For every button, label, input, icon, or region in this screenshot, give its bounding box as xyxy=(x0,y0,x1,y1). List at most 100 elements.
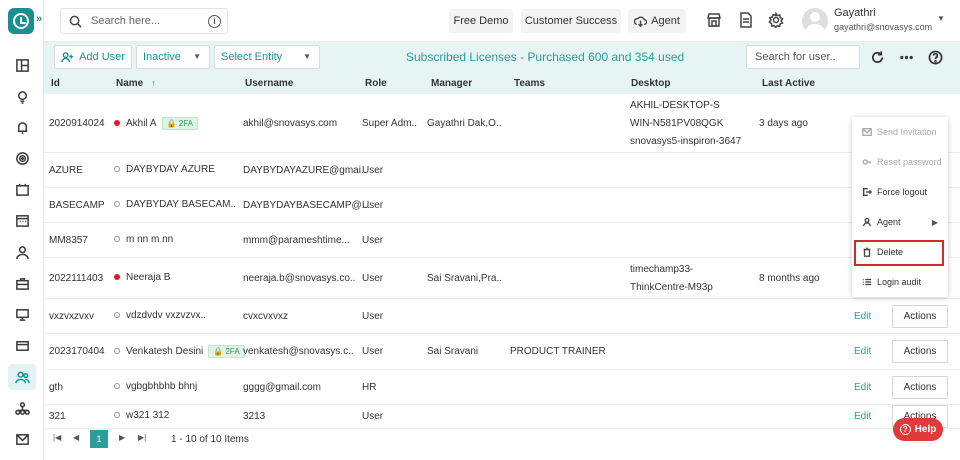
sidebar-item-activity[interactable] xyxy=(13,305,31,323)
user-search[interactable] xyxy=(746,45,860,69)
expand-sidebar-icon[interactable]: » xyxy=(36,13,42,25)
first-page-icon[interactable]: |◀ xyxy=(53,433,61,442)
help-button[interactable]: ? Help xyxy=(893,418,943,441)
sidebar-item-goals[interactable] xyxy=(13,149,31,167)
menu-item-agent[interactable]: Agent ▶ xyxy=(852,207,948,237)
menu-item-login-audit[interactable]: Login audit xyxy=(852,267,948,297)
cell-role: User xyxy=(362,411,384,422)
column-header-name[interactable]: Name ↑ xyxy=(116,78,156,89)
agent-button-label: Agent xyxy=(651,15,680,27)
column-header-manager[interactable]: Manager xyxy=(431,78,472,89)
app-logo[interactable] xyxy=(8,8,34,34)
document-icon[interactable] xyxy=(738,12,754,28)
column-header-desktop[interactable]: Desktop xyxy=(631,78,670,89)
table-header: Id Name ↑ Username Role Manager Teams Des… xyxy=(44,72,960,94)
sidebar-item-dashboard[interactable] xyxy=(13,56,31,74)
list-icon xyxy=(862,278,872,286)
customer-success-button[interactable]: Customer Success xyxy=(521,9,621,33)
sidebar-item-profile[interactable] xyxy=(13,243,31,261)
cell-desktop: WIN-N581PV08QGK xyxy=(630,118,724,129)
column-header-role[interactable]: Role xyxy=(365,78,387,89)
store-icon[interactable] xyxy=(706,12,722,28)
avatar[interactable] xyxy=(802,8,828,34)
sidebar-item-time-tracking[interactable] xyxy=(13,180,31,198)
gear-icon[interactable] xyxy=(768,11,784,29)
chevron-down-icon[interactable]: ▼ xyxy=(937,14,945,23)
menu-item-force-logout[interactable]: Force logout xyxy=(852,177,948,207)
user-display-name: vgbgbhbhb bhnj xyxy=(126,381,198,392)
column-header-last-active[interactable]: Last Active xyxy=(762,78,815,89)
global-search[interactable]: i xyxy=(60,8,228,34)
key-icon xyxy=(862,159,872,165)
cell-teams: PRODUCT TRAINER xyxy=(510,346,606,357)
table-row[interactable]: 2020914024 Akhil A 🔒 2FA akhil@snovasys.com… xyxy=(44,94,960,153)
user-agent-icon xyxy=(863,217,871,227)
user-display-name: vdzdvdv vxzvzvx.. xyxy=(126,310,207,321)
edit-link[interactable]: Edit xyxy=(854,311,871,322)
status-filter-value: Inactive xyxy=(143,51,181,63)
menu-item-reset-password: Reset password xyxy=(852,147,948,177)
logout-icon xyxy=(863,188,872,196)
actions-button[interactable]: Actions xyxy=(892,305,948,328)
more-options-icon[interactable] xyxy=(899,50,914,65)
help-circle-icon[interactable] xyxy=(928,50,943,65)
user-search-input[interactable] xyxy=(747,46,859,68)
status-filter-select[interactable]: Inactive ▼ xyxy=(136,45,210,69)
person-icon xyxy=(15,245,29,259)
edit-link[interactable]: Edit xyxy=(854,346,871,357)
sidebar-item-ideas[interactable] xyxy=(13,88,31,106)
info-icon[interactable]: i xyxy=(208,15,221,28)
actions-button[interactable]: Actions xyxy=(892,376,948,399)
users-toolbar: Add User Inactive ▼ Select Entity ▼ Subs… xyxy=(44,42,960,72)
last-page-icon[interactable]: ▶| xyxy=(138,433,146,442)
sidebar-item-calendar[interactable] xyxy=(13,211,31,229)
chevron-down-icon: ▼ xyxy=(303,52,311,61)
column-header-username[interactable]: Username xyxy=(245,78,293,89)
add-user-button[interactable]: Add User xyxy=(54,45,132,69)
sidebar-item-users[interactable] xyxy=(8,364,36,390)
offline-status-dot xyxy=(114,236,120,242)
table-row[interactable]: BASECAMP DAYBYDAY BASECAM.. DAYBYDAYBASECA… xyxy=(44,188,960,223)
table-row[interactable]: vxzvxzvxv vdzdvdv vxzvzvx.. cvxcvxvxz User E… xyxy=(44,299,960,334)
edit-link[interactable]: Edit xyxy=(854,382,871,393)
next-page-icon[interactable]: ▶ xyxy=(119,433,125,442)
user-name: Gayathri xyxy=(834,7,876,19)
agent-button[interactable]: Agent xyxy=(628,9,686,33)
sort-ascending-icon: ↑ xyxy=(151,78,156,88)
table-row[interactable]: gth vgbgbhbhb bhnj gggg@gmail.com HR Edit Act… xyxy=(44,370,960,405)
refresh-icon[interactable] xyxy=(870,50,885,65)
delete-highlight-box xyxy=(854,240,944,266)
cloud-download-icon xyxy=(634,16,648,27)
table-row[interactable]: 2023170404 Venkatesh Desini 🔒 2FA venkatesh… xyxy=(44,334,960,370)
free-demo-button[interactable]: Free Demo xyxy=(449,9,513,33)
table-row[interactable]: AZURE DAYBYDAY AZURE DAYBYDAYAZURE@gmai.. U… xyxy=(44,153,960,188)
mail-icon xyxy=(15,433,29,445)
table-row[interactable]: 2022111403 Neeraja B neeraja.b@snovasys.co… xyxy=(44,258,960,299)
cell-name: vdzdvdv vxzvzvx.. xyxy=(114,310,206,321)
cell-name: vgbgbhbhb bhnj xyxy=(114,381,197,392)
cell-id: gth xyxy=(49,382,63,393)
target-icon xyxy=(15,151,29,165)
cell-desktop: AKHIL-DESKTOP-S xyxy=(630,100,720,111)
sidebar-item-mail[interactable] xyxy=(13,430,31,448)
cell-id: 2022111403 xyxy=(49,273,104,284)
sidebar-item-billing[interactable] xyxy=(13,336,31,354)
sidebar-item-alerts[interactable] xyxy=(13,118,31,136)
sidebar-item-org-chart[interactable] xyxy=(13,399,31,417)
add-user-icon xyxy=(61,51,74,62)
actions-button[interactable]: Actions xyxy=(892,340,948,363)
prev-page-icon[interactable]: ◀ xyxy=(73,433,79,442)
table-row[interactable]: MM8357 m nn m nn mmm@parameshtime... User xyxy=(44,223,960,258)
current-page[interactable]: 1 xyxy=(90,430,108,448)
column-header-id[interactable]: Id xyxy=(51,78,60,89)
column-header-teams[interactable]: Teams xyxy=(514,78,545,89)
cell-id: vxzvxzvxv xyxy=(49,311,94,322)
cell-username: mmm@parameshtime... xyxy=(243,235,350,246)
search-input[interactable] xyxy=(91,13,201,29)
table-row[interactable]: 321 w321 312 3213 User Edit Actions xyxy=(44,405,960,429)
sidebar-item-projects[interactable] xyxy=(13,274,31,292)
cell-name: Akhil A 🔒 2FA xyxy=(114,117,198,130)
cell-username: DAYBYDAYAZURE@gmai.. xyxy=(243,165,367,176)
edit-link[interactable]: Edit xyxy=(854,411,871,422)
entity-select[interactable]: Select Entity ▼ xyxy=(214,45,320,69)
